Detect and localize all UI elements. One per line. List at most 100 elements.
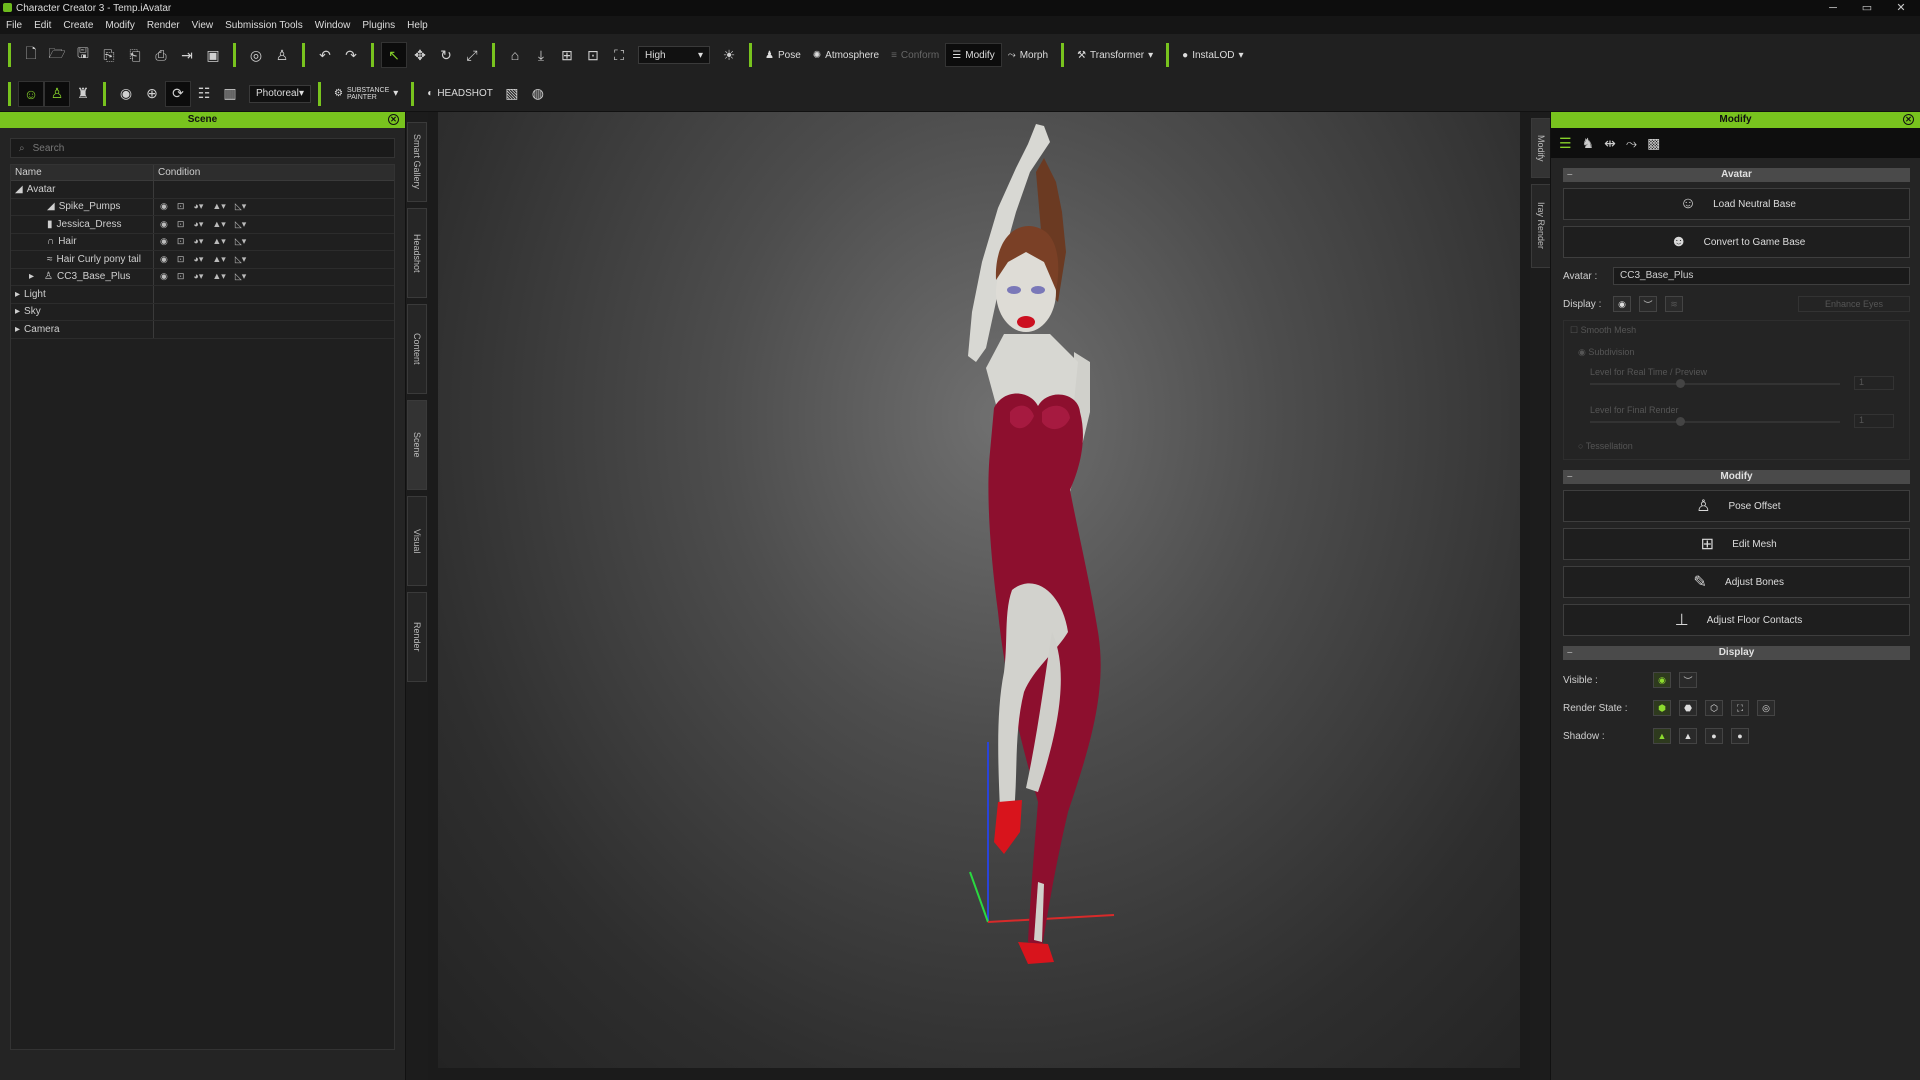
edit-mesh-button[interactable]: ⊞ Edit Mesh <box>1563 528 1910 560</box>
display-section-header[interactable]: – Display <box>1563 646 1910 660</box>
undo-icon[interactable]: ↶ <box>312 42 338 68</box>
tree-row-hair-curly[interactable]: ≈ Hair Curly pony tail ◉ ⊡ ◕▾ ▲▾ ◺▾ <box>11 251 394 269</box>
texture-zoom-icon[interactable]: ⊕ <box>139 81 165 107</box>
cycle-icon[interactable]: ⟳ <box>165 80 191 107</box>
open-folder-icon[interactable]: 🗁 <box>44 42 70 68</box>
expand-arrow-icon[interactable]: ▸ <box>15 324 20 335</box>
transformer-button[interactable]: ⚒ Transformer ▾ <box>1071 43 1159 67</box>
menu-view[interactable]: View <box>192 20 214 31</box>
render-faceted-icon[interactable]: ⬣ <box>1679 700 1697 716</box>
substance-painter-button[interactable]: ⚙ SUBSTANCE PAINTER ▾ <box>328 82 404 106</box>
menu-plugins[interactable]: Plugins <box>362 20 395 31</box>
tab-visual[interactable]: Visual <box>407 496 427 586</box>
close-button[interactable]: ✕ <box>1884 0 1918 16</box>
level-realtime-value[interactable]: 1 <box>1854 376 1894 390</box>
sliders-icon[interactable]: ☰ <box>1559 135 1572 152</box>
minimize-button[interactable]: ─ <box>1816 0 1850 16</box>
render-mode-dropdown[interactable]: Photoreal ▾ <box>249 84 311 103</box>
home-camera-icon[interactable]: ⌂ <box>502 42 528 68</box>
export-icon[interactable]: ⎗ <box>122 42 148 68</box>
enhance-eyes-button[interactable]: Enhance Eyes <box>1798 296 1910 312</box>
adjust-icon[interactable]: ⇹ <box>1604 135 1616 152</box>
character-icon[interactable]: ♙ <box>269 42 295 68</box>
close-panel-icon[interactable]: ✕ <box>1903 114 1914 125</box>
select-tool-icon[interactable]: ↖ <box>381 42 407 68</box>
tessellation-radio[interactable]: ○ Tessellation <box>1578 441 1633 451</box>
close-panel-icon[interactable]: ✕ <box>388 114 399 125</box>
shadow-both-icon[interactable]: ● <box>1705 728 1723 744</box>
drop-to-floor-icon[interactable]: ⤓ <box>528 42 554 68</box>
atmosphere-button[interactable]: ✺ Atmosphere <box>807 43 885 67</box>
condition-icons[interactable]: ◉ ⊡ ◕▾ ▲▾ ◺▾ <box>154 254 246 265</box>
screenshot-icon[interactable]: ▣ <box>200 42 226 68</box>
modify-button[interactable]: ☰ Modify <box>945 43 1002 67</box>
scale-tool-icon[interactable]: ⤢ <box>459 42 485 68</box>
body-mode-icon[interactable]: ♙ <box>44 80 70 107</box>
headshot-button[interactable]: ◐ HEADSHOT <box>421 82 499 106</box>
visible-hide-icon[interactable]: ︶ <box>1679 672 1697 688</box>
expand-arrow-icon[interactable]: ▸ <box>15 289 20 300</box>
avatar-name-field[interactable]: CC3_Base_Plus <box>1613 267 1910 285</box>
fit-view-icon[interactable]: ⊞ <box>554 42 580 68</box>
condition-icons[interactable]: ◉ ⊡ ◕▾ ▲▾ ◺▾ <box>154 271 246 282</box>
pose-offset-button[interactable]: ♙ Pose Offset <box>1563 490 1910 522</box>
level-final-slider[interactable] <box>1590 421 1840 423</box>
render-box-icon[interactable]: ⛶ <box>1731 700 1749 716</box>
modify-section-header[interactable]: – Modify <box>1563 470 1910 484</box>
slider-handle[interactable] <box>1676 379 1685 388</box>
menu-create[interactable]: Create <box>63 20 93 31</box>
pose-button[interactable]: ♟ Pose <box>759 43 807 67</box>
tab-iray-render[interactable]: Iray Render <box>1531 184 1551 268</box>
menu-help[interactable]: Help <box>407 20 428 31</box>
rotate-tool-icon[interactable]: ↻ <box>433 42 459 68</box>
tab-headshot[interactable]: Headshot <box>407 208 427 298</box>
display-lash-icon[interactable]: ≋ <box>1665 296 1683 312</box>
3d-viewport[interactable] <box>438 112 1520 1068</box>
tree-row-light[interactable]: ▸ Light <box>11 286 394 304</box>
level-realtime-slider[interactable] <box>1590 383 1840 385</box>
load-neutral-base-button[interactable]: ☺ Load Neutral Base <box>1563 188 1910 220</box>
tree-row-avatar[interactable]: ◢ Avatar <box>11 181 394 199</box>
adjust-floor-contacts-button[interactable]: ⊥ Adjust Floor Contacts <box>1563 604 1910 636</box>
tree-row-hair[interactable]: ∩ Hair ◉ ⊡ ◕▾ ▲▾ ◺▾ <box>11 233 394 251</box>
condition-icons[interactable]: ◉ ⊡ ◕▾ ▲▾ ◺▾ <box>154 236 246 247</box>
morph-button[interactable]: ⤳ Morph <box>1002 43 1054 67</box>
tab-scene[interactable]: Scene <box>407 400 427 490</box>
mic-icon[interactable]: ◍ <box>525 81 551 107</box>
render-smooth-icon[interactable]: ⬢ <box>1653 700 1671 716</box>
condition-icons[interactable]: ◉ ⊡ ◕▾ ▲▾ ◺▾ <box>154 201 246 212</box>
headshot-mode-icon[interactable]: ☺ <box>18 80 44 107</box>
new-file-icon[interactable]: 🗋 <box>18 42 44 68</box>
instalod-button[interactable]: ● InstaLOD ▾ <box>1176 43 1249 67</box>
adjust-bones-button[interactable]: ✎ Adjust Bones <box>1563 566 1910 598</box>
menu-modify[interactable]: Modify <box>105 20 134 31</box>
scene-search[interactable]: ⌕ Search <box>10 138 395 158</box>
material-ball-icon[interactable]: ◉ <box>113 81 139 107</box>
render-wire-icon[interactable]: ⬡ <box>1705 700 1723 716</box>
menu-file[interactable]: File <box>6 20 22 31</box>
expand-arrow-icon[interactable]: ▸ <box>29 271 34 282</box>
expand-arrow-icon[interactable]: ◢ <box>15 184 23 195</box>
import-icon[interactable]: ⎘ <box>96 42 122 68</box>
visible-eye-icon[interactable]: ◉ <box>1653 672 1671 688</box>
settings-list-icon[interactable]: ☷ <box>191 81 217 107</box>
light-icon[interactable]: ☀ <box>716 42 742 68</box>
redo-icon[interactable]: ↷ <box>338 42 364 68</box>
avatar-section-header[interactable]: – Avatar <box>1563 168 1910 182</box>
tab-modify[interactable]: Modify <box>1531 118 1551 178</box>
shadow-receive-icon[interactable]: ▲ <box>1679 728 1697 744</box>
tree-row-camera[interactable]: ▸ Camera <box>11 321 394 339</box>
condition-icons[interactable]: ◉ ⊡ ◕▾ ▲▾ ◺▾ <box>154 219 246 230</box>
tree-row-cc3-base[interactable]: ▸ ♙ CC3_Base_Plus ◉ ⊡ ◕▾ ▲▾ ◺▾ <box>11 268 394 286</box>
tree-row-jessica-dress[interactable]: ▮ Jessica_Dress ◉ ⊡ ◕▾ ▲▾ ◺▾ <box>11 216 394 234</box>
tab-content[interactable]: Content <box>407 304 427 394</box>
headshot-settings-icon[interactable]: ▧ <box>499 81 525 107</box>
display-eye-icon[interactable]: ◉ <box>1613 296 1631 312</box>
send-icon[interactable]: ⇥ <box>174 42 200 68</box>
level-final-value[interactable]: 1 <box>1854 414 1894 428</box>
render-frame-icon[interactable]: ▥ <box>217 81 243 107</box>
maximize-button[interactable]: ▭ <box>1850 0 1884 16</box>
menu-window[interactable]: Window <box>315 20 351 31</box>
morph-icon[interactable]: ⤳ <box>1626 135 1637 152</box>
tree-row-sky[interactable]: ▸ Sky <box>11 303 394 321</box>
